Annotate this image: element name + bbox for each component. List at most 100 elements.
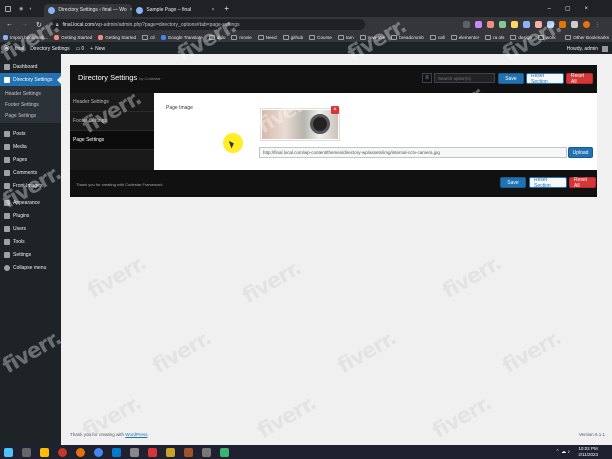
extension-icon[interactable] <box>522 21 530 28</box>
admin-bar-new[interactable]: New <box>95 46 105 52</box>
forward-icon[interactable]: → <box>21 21 28 28</box>
vscode-icon[interactable] <box>112 447 121 457</box>
sidebar-item-settings[interactable]: Settings <box>0 248 61 261</box>
sidebar-item-pages[interactable]: Pages <box>0 153 61 166</box>
bookmark-item[interactable]: work <box>535 34 559 40</box>
tab-sample-page[interactable]: Sample Page – final × <box>132 4 218 17</box>
extension-icon[interactable]: ◐ <box>29 6 32 12</box>
sidebar-item-dashboard[interactable]: Dashboard <box>0 60 61 73</box>
extension-icon[interactable] <box>510 21 518 28</box>
firefox-icon[interactable] <box>76 447 85 457</box>
kebab-menu-icon[interactable]: ⋮ <box>595 22 600 28</box>
extension-icon[interactable] <box>558 21 566 28</box>
extension-icon[interactable] <box>546 21 554 28</box>
sidebar-item-appearance[interactable]: Appearance <box>0 196 61 209</box>
reset-section-button[interactable]: Reset Section <box>526 73 564 85</box>
expand-all-icon[interactable]: ≡ <box>422 73 432 83</box>
submenu-footer-settings[interactable]: Footer Settings <box>0 99 61 110</box>
bookmark-item[interactable]: ctl <box>139 34 158 40</box>
system-tray[interactable]: ⌃ ☁ ♪ <box>556 449 570 455</box>
save-button-footer[interactable]: Save <box>500 177 526 188</box>
share-icon[interactable] <box>462 21 470 28</box>
start-icon[interactable] <box>4 447 13 457</box>
bookmark-item[interactable]: movie <box>228 34 254 40</box>
upload-button[interactable]: Upload <box>568 147 593 158</box>
browser-nav-icon[interactable]: ◉ <box>19 6 23 12</box>
submenu-header-settings[interactable]: Header Settings <box>0 88 61 99</box>
file-explorer-icon[interactable] <box>40 447 49 457</box>
bookmark-item[interactable]: Import bookmark... <box>0 34 51 40</box>
extension-icon[interactable] <box>498 21 506 28</box>
nav-header-settings[interactable]: Header Settings <box>70 93 154 112</box>
extension-icon[interactable] <box>474 21 482 28</box>
submenu-page-settings[interactable]: Page Settings <box>0 110 61 121</box>
wordpress-link[interactable]: WordPress <box>125 432 147 437</box>
bookmark-item[interactable]: tam <box>335 34 357 40</box>
save-button[interactable]: Save <box>498 73 524 84</box>
extension-icon[interactable] <box>534 21 542 28</box>
puzzle-icon[interactable] <box>570 21 578 28</box>
reset-section-button-footer[interactable]: Reset Section <box>529 177 567 189</box>
bookmark-item[interactable]: dido <box>206 34 229 40</box>
bookmark-item[interactable]: Google Translate <box>158 34 206 40</box>
admin-bar-site[interactable]: final <box>15 46 24 52</box>
bookmark-item[interactable]: new-tem <box>357 34 389 40</box>
admin-bar-plugin[interactable]: Directory Settings <box>30 46 69 52</box>
bookmark-item[interactable]: elementor <box>448 34 482 40</box>
reset-all-button-footer[interactable]: Reset All <box>569 177 596 189</box>
close-tab-icon[interactable]: × <box>211 7 214 13</box>
sidebar-item-plugins[interactable]: Plugins <box>0 209 61 222</box>
reload-icon[interactable]: ↻ <box>36 21 42 29</box>
remove-image-button[interactable]: × <box>331 106 339 114</box>
reset-all-button[interactable]: Reset All <box>566 73 593 85</box>
profile-avatar[interactable] <box>582 21 590 28</box>
bookmark-label: call <box>437 34 445 40</box>
extension-icon[interactable] <box>486 21 494 28</box>
chrome-icon[interactable] <box>94 447 103 457</box>
bookmark-item[interactable]: github <box>280 34 307 40</box>
new-tab-icon[interactable]: + <box>224 4 229 13</box>
bookmark-item[interactable]: Course <box>306 34 335 40</box>
window-menu-icon[interactable] <box>5 5 11 12</box>
avatar[interactable] <box>602 45 608 52</box>
search-icon[interactable] <box>22 447 31 457</box>
plus-icon[interactable]: + <box>90 46 93 52</box>
window-controls[interactable]: –▢× <box>547 5 602 12</box>
bookmark-item[interactable]: design <box>507 34 535 40</box>
bookmark-item[interactable]: Getting Started <box>51 34 95 40</box>
taskbar-clock[interactable]: 10:02 PM 2/11/2023 <box>578 446 598 457</box>
bookmark-item[interactable]: ra ols <box>482 34 507 40</box>
other-bookmarks[interactable]: Other Bookmarks <box>562 34 612 40</box>
wp-footer: Thank you for creating with WordPress. V… <box>70 432 605 442</box>
search-input[interactable]: Search option(s) <box>434 73 495 83</box>
sidebar-item-directory-settings[interactable]: Directory Settings <box>0 73 61 86</box>
bookmark-item[interactable]: call <box>427 34 448 40</box>
sidebar-item-tools[interactable]: Tools <box>0 235 61 248</box>
app-icon[interactable] <box>220 447 229 457</box>
app-icon[interactable] <box>184 447 193 457</box>
bookmark-label: Getting Started <box>105 34 137 40</box>
address-bar[interactable]: 🔒︎ final.local.com /wp-admin/admin.php?p… <box>49 19 365 30</box>
app-icon[interactable] <box>58 447 67 457</box>
sidebar-item-users[interactable]: Users <box>0 222 61 235</box>
back-icon[interactable]: ← <box>6 21 13 28</box>
app-icon[interactable] <box>148 447 157 457</box>
sidebar-item-posts[interactable]: Posts <box>0 127 61 140</box>
tab-directory-settings[interactable]: Directory Settings ‹ final — Wo × <box>44 3 133 17</box>
bookmark-item[interactable]: Getting Started <box>95 34 139 40</box>
app-icon[interactable] <box>202 447 211 457</box>
nav-footer-settings[interactable]: Footer Settings <box>70 112 154 131</box>
bookmark-item[interactable]: breadcrumb <box>388 34 427 40</box>
sidebar-item-front-images[interactable]: Front Images <box>0 179 61 192</box>
sidebar-item-media[interactable]: Media <box>0 140 61 153</box>
comment-icon[interactable]: ▭ <box>76 46 81 52</box>
app-icon[interactable] <box>130 447 139 457</box>
nav-page-settings[interactable]: Page Settings <box>70 131 154 150</box>
admin-bar-user[interactable]: Howdy, admin <box>567 46 598 52</box>
app-icon[interactable] <box>166 447 175 457</box>
sidebar-item-comments[interactable]: Comments <box>0 166 61 179</box>
image-url-field[interactable]: http://final.local.com/wp-content/themes… <box>259 147 567 158</box>
sidebar-collapse-menu[interactable]: Collapse menu <box>0 261 61 274</box>
wordpress-logo-icon[interactable]: Ⓦ <box>4 45 9 52</box>
bookmark-item[interactable]: Need <box>255 34 280 40</box>
